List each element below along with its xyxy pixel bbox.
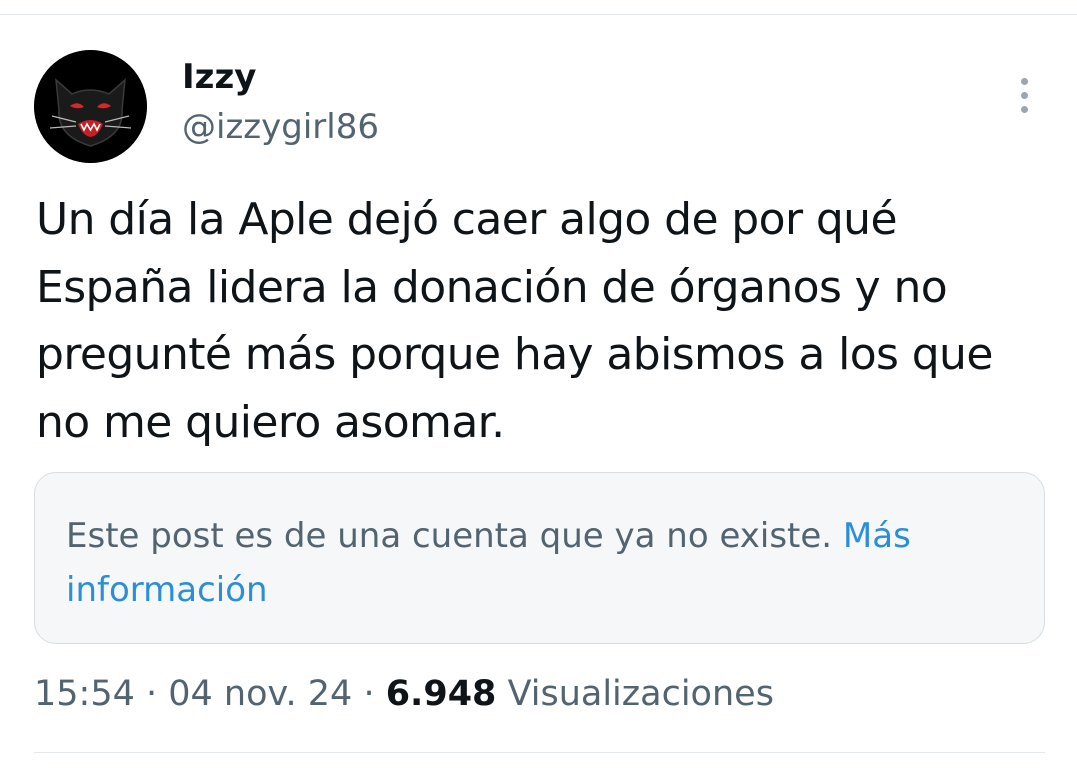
views-count[interactable]: 6.948 — [386, 674, 497, 714]
avatar[interactable] — [34, 50, 147, 163]
bottom-divider — [34, 752, 1045, 753]
meta-separator: · — [134, 674, 169, 714]
more-vertical-icon-dot — [1020, 105, 1028, 113]
tweet-meta: 15:54 · 04 nov. 24 · 6.948 Visualizacion… — [34, 668, 774, 720]
author-handle[interactable]: @izzygirl86 — [182, 106, 379, 148]
top-divider — [0, 14, 1077, 15]
more-vertical-icon-dot — [1020, 91, 1028, 99]
views-label[interactable]: Visualizaciones — [508, 674, 774, 714]
author-display-name[interactable]: Izzy — [182, 56, 256, 98]
more-vertical-icon — [1020, 77, 1028, 85]
black-cat-avatar-icon — [34, 50, 147, 163]
tweet-time[interactable]: 15:54 — [34, 674, 135, 714]
notice-text: Este post es de una cuenta que ya no exi… — [66, 516, 833, 556]
tweet-date[interactable]: 04 nov. 24 — [168, 674, 352, 714]
more-options-button[interactable] — [1004, 72, 1044, 118]
tweet-text: Un día la Aple dejó caer algo de por qué… — [36, 194, 993, 448]
meta-separator-2: · — [352, 674, 386, 714]
deleted-account-notice: Este post es de una cuenta que ya no exi… — [34, 472, 1045, 644]
